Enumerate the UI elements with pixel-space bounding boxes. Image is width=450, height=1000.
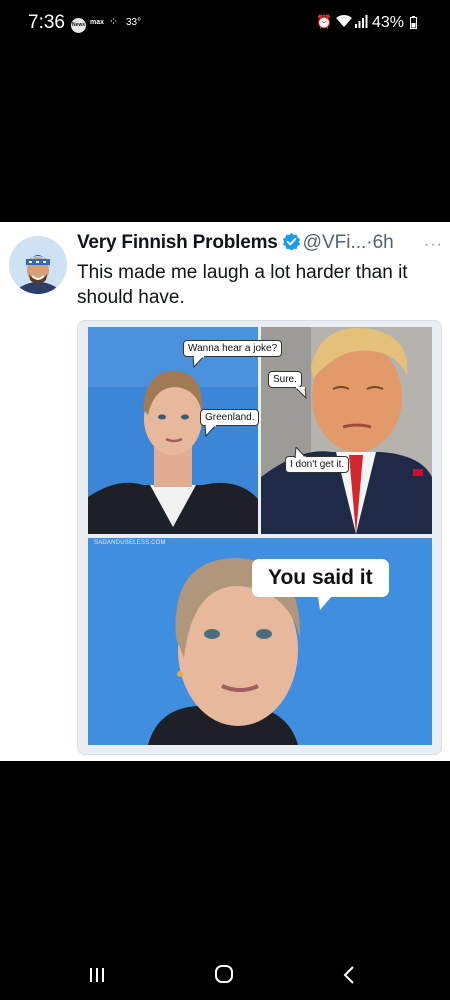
- tweet-card[interactable]: Very Finnish Problems @VFi...·6h ··· Thi…: [0, 222, 450, 761]
- author-name[interactable]: Very Finnish Problems: [77, 232, 278, 253]
- tweet-header: Very Finnish Problems @VFi...·6h: [77, 232, 439, 258]
- news-app-icon: News: [71, 18, 86, 33]
- avatar[interactable]: [9, 236, 67, 294]
- signal-icon: [355, 15, 368, 28]
- status-time: 7:36: [28, 12, 65, 33]
- avatar-image: [9, 236, 67, 294]
- status-bar: 7:36 News max ⁘ 33° ⏰ 43%: [0, 0, 450, 52]
- bubble-tail: [294, 447, 307, 458]
- tweet-image[interactable]: SADANDUSELESS.COM Wanna hear a joke? Sur…: [77, 320, 442, 755]
- bubble-tail: [294, 387, 307, 399]
- speech-bubble-dont-get-it: I don't get it.: [285, 456, 350, 473]
- watermark: SADANDUSELESS.COM: [94, 540, 166, 546]
- system-nav-bar: [0, 950, 450, 1000]
- battery-icon: [410, 16, 417, 29]
- bubble-tail: [204, 425, 217, 437]
- wifi-icon: [336, 14, 352, 27]
- battery-percentage: 43%: [372, 14, 405, 31]
- bubble-tail: [192, 356, 205, 368]
- bubble-tail: [318, 596, 332, 610]
- verified-badge-icon: [282, 232, 300, 251]
- max-app-icon: max: [90, 19, 105, 26]
- home-icon[interactable]: [214, 964, 234, 984]
- recent-apps-icon[interactable]: [88, 966, 106, 984]
- author-handle[interactable]: @VFi...: [303, 232, 367, 253]
- status-temperature: 33°: [126, 17, 142, 28]
- tweet-time[interactable]: 6h: [373, 232, 394, 253]
- speech-bubble-joke: Wanna hear a joke?: [183, 340, 283, 357]
- more-options-icon[interactable]: ···: [424, 236, 443, 254]
- weather-icon: ⁘: [109, 16, 119, 28]
- panel-woman: [88, 327, 258, 534]
- back-icon[interactable]: [342, 965, 356, 985]
- tweet-text: This made me laugh a lot harder than it …: [77, 262, 408, 308]
- alarm-icon: ⏰: [316, 14, 333, 29]
- speech-bubble-you-said-it: You said it: [252, 559, 389, 597]
- panel-man: [261, 327, 432, 534]
- speech-bubble-sure: Sure.: [268, 371, 302, 388]
- speech-bubble-greenland: Greenland.: [200, 409, 260, 426]
